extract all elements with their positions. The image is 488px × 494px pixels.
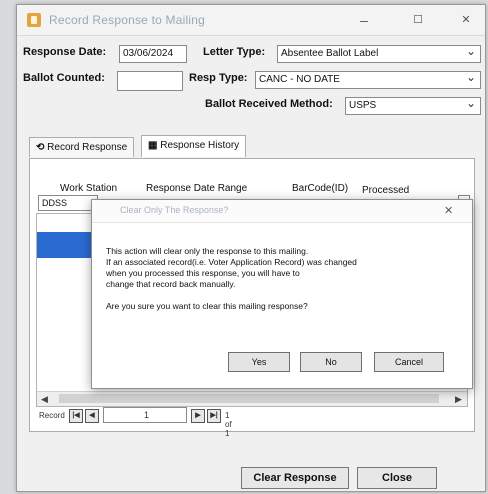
grid-icon: ▦: [148, 140, 158, 151]
response-date-label: Response Date:: [23, 46, 107, 58]
close-window-button[interactable]: ✕: [449, 5, 483, 35]
col-header-barcode[interactable]: BarCode(ID): [292, 183, 348, 194]
resp-type-label: Resp Type:: [189, 72, 248, 84]
dialog-title-bar[interactable]: Clear Only The Response? ✕: [92, 200, 472, 223]
record-count: 1 of 1: [225, 411, 232, 438]
letter-type-label: Letter Type:: [203, 46, 266, 58]
confirm-dialog: Clear Only The Response? ✕ This action w…: [91, 199, 473, 389]
prev-record-button[interactable]: ◀: [85, 409, 99, 423]
dialog-close-icon[interactable]: ✕: [444, 204, 453, 217]
letter-type-select[interactable]: Absentee Ballot Label: [277, 45, 481, 63]
scrollbar-thumb[interactable]: [59, 394, 439, 403]
tab-record-response[interactable]: ⟲ Record Response: [29, 137, 135, 157]
col-header-response-date-range[interactable]: Response Date Range: [146, 183, 247, 194]
dialog-title: Clear Only The Response?: [120, 205, 229, 215]
scroll-left-icon[interactable]: ◀: [41, 392, 48, 406]
no-button[interactable]: No: [300, 352, 362, 372]
ballot-received-method-label: Ballot Received Method:: [205, 98, 333, 110]
title-bar[interactable]: Record Response to Mailing – ☐ ✕: [17, 5, 485, 36]
first-record-button[interactable]: |◀: [69, 409, 83, 423]
record-icon: ⟲: [36, 142, 45, 153]
table-row[interactable]: [37, 245, 93, 258]
ballot-counted-field[interactable]: [117, 71, 183, 91]
tab-response-history[interactable]: ▦ Response History: [141, 135, 247, 157]
tab-label: Record Response: [47, 142, 128, 153]
cancel-button[interactable]: Cancel: [374, 352, 444, 372]
horizontal-scrollbar[interactable]: ◀ ▶: [37, 391, 467, 406]
window-title: Record Response to Mailing: [49, 13, 205, 27]
maximize-button[interactable]: ☐: [401, 5, 435, 35]
col-header-work-station[interactable]: Work Station: [60, 183, 117, 194]
last-record-button[interactable]: ▶|: [207, 409, 221, 423]
close-button[interactable]: Close: [357, 467, 437, 489]
clear-response-button[interactable]: Clear Response: [241, 467, 349, 489]
record-number-input[interactable]: 1: [103, 407, 187, 423]
ballot-received-method-select[interactable]: USPS: [345, 97, 481, 115]
resp-type-select[interactable]: CANC - NO DATE: [255, 71, 481, 89]
minimize-button[interactable]: –: [347, 5, 381, 35]
ballot-counted-label: Ballot Counted:: [23, 72, 105, 84]
record-label: Record: [39, 411, 65, 420]
table-row[interactable]: [37, 232, 93, 245]
tab-label: Response History: [160, 140, 240, 151]
scroll-right-icon[interactable]: ▶: [455, 392, 462, 406]
response-date-field[interactable]: 03/06/2024: [119, 45, 187, 63]
yes-button[interactable]: Yes: [228, 352, 290, 372]
col-header-processed[interactable]: Processed: [362, 185, 409, 196]
work-station-filter[interactable]: DDSS: [38, 195, 98, 211]
app-icon: [27, 13, 41, 27]
next-record-button[interactable]: ▶: [191, 409, 205, 423]
dialog-message: This action will clear only the response…: [106, 246, 357, 311]
main-window: Record Response to Mailing – ☐ ✕ Respons…: [16, 4, 486, 492]
